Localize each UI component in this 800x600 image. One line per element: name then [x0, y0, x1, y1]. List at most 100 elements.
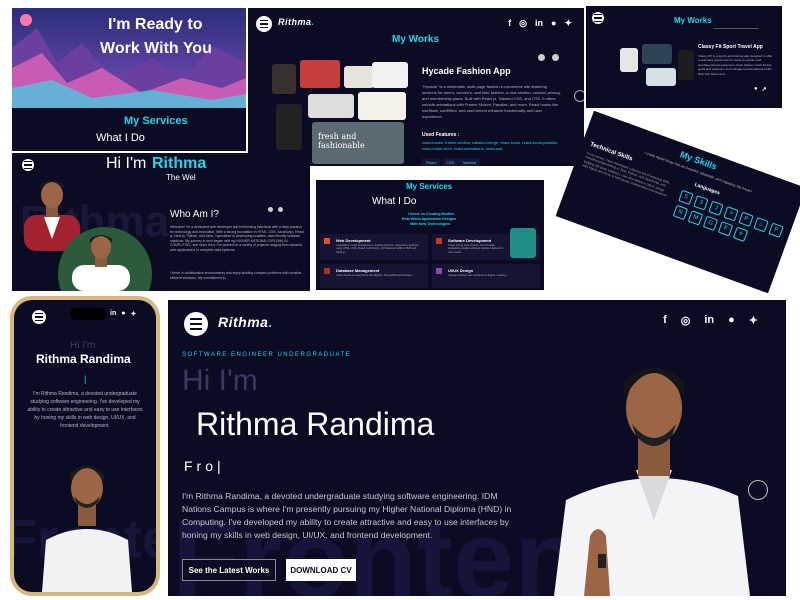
- phone-notch: [70, 308, 106, 320]
- role-label: SOFTWARE ENGINEER UNDERGRADUATE: [182, 352, 352, 358]
- github-icon[interactable]: ●: [121, 310, 125, 318]
- figma-icon: F: [717, 221, 734, 237]
- tag-react: React: [422, 158, 441, 166]
- twitter-icon[interactable]: ✦: [749, 314, 758, 327]
- project-thumbnail[interactable]: [678, 50, 694, 80]
- social-links: in ● ✦: [110, 310, 136, 318]
- menu-button[interactable]: [32, 310, 46, 324]
- linkedin-icon[interactable]: in: [110, 310, 116, 318]
- hero-greeting: Hi I'm: [182, 364, 258, 397]
- react-icon: ⚛: [723, 206, 739, 222]
- service-title: Software Development: [448, 238, 492, 243]
- hero-subtitle: The Wel: [166, 173, 196, 182]
- menu-button[interactable]: [184, 312, 208, 336]
- project-description: "Hycade" is a minimalist, multi-page fas…: [422, 84, 561, 119]
- project-thumbnail[interactable]: [276, 104, 302, 150]
- git-icon: G: [702, 215, 719, 232]
- linkedin-icon[interactable]: in: [535, 18, 543, 29]
- csharp-icon: #: [732, 226, 749, 243]
- services-tagline-1: I focus on Creating Modern: [408, 212, 455, 216]
- project-thumbnail[interactable]: [642, 44, 672, 64]
- tag-css: CSS: [442, 158, 459, 166]
- services-tagline-2: Real World Application Designs: [402, 217, 457, 221]
- brand-logo[interactable]: Rithma: [218, 314, 268, 330]
- hero-about: I'm Rithma Randima, a devoted undergradu…: [182, 491, 512, 540]
- menu-button[interactable]: [256, 16, 272, 32]
- services-subheading: What I Do: [372, 196, 417, 207]
- service-card-web[interactable]: Web Development I specialize in web deve…: [320, 234, 428, 260]
- profile-photo: [554, 368, 750, 596]
- project-thumbnail[interactable]: [620, 48, 638, 72]
- divider: [714, 28, 758, 29]
- project-thumbnail[interactable]: [372, 62, 408, 88]
- github-icon[interactable]: ●: [551, 18, 556, 29]
- scroll-circle[interactable]: [574, 90, 584, 102]
- service-card-uiux[interactable]: UI/UX Design I design intuitive user int…: [432, 264, 540, 288]
- panel-ready-to-work: I'm Ready to Work With You My Services W…: [12, 8, 246, 151]
- slider-dot[interactable]: [268, 207, 273, 212]
- see-latest-works-button[interactable]: See the Latest Works: [182, 559, 276, 581]
- external-link-icon[interactable]: ↗: [762, 86, 767, 93]
- mobile-phone-frame: Frontend in●✦ Hi I'm Rithma Randima | I'…: [10, 296, 160, 596]
- twitter-icon[interactable]: ✦: [130, 310, 136, 318]
- project-thumbnail[interactable]: [344, 66, 374, 88]
- coding-illustration: [510, 228, 536, 258]
- nodejs-icon: N: [672, 204, 689, 221]
- html-icon: 5: [678, 189, 694, 206]
- slider-dot[interactable]: [278, 207, 283, 212]
- project-thumbnail[interactable]: [358, 92, 406, 120]
- brand-logo[interactable]: Rithma: [278, 17, 312, 27]
- facebook-icon[interactable]: f: [663, 314, 667, 327]
- project-thumbnail[interactable]: [308, 94, 354, 118]
- project-thumbnail[interactable]: [272, 64, 296, 94]
- thumbnail-caption: fresh and fashionable: [318, 132, 365, 150]
- service-description: I specialize in web development, creatin…: [336, 244, 419, 254]
- service-title: Web Development: [336, 238, 371, 243]
- project-title: Classy Fit Sport Travel App: [698, 44, 763, 50]
- panel-my-skills: My Skills I create digital things that a…: [555, 110, 800, 294]
- project-description: Classy FIT is a sports and training app …: [698, 54, 773, 76]
- facebook-icon[interactable]: f: [508, 18, 511, 29]
- project-thumbnail[interactable]: [646, 68, 676, 86]
- service-card-database[interactable]: Database Management I have hands-on expe…: [320, 264, 428, 288]
- social-links: f ◎ in ● ✦: [663, 314, 758, 327]
- project-title: Hycade Fashion App: [422, 66, 511, 76]
- hero-name: Rithma: [152, 155, 207, 172]
- project-thumbnail[interactable]: fresh and fashionable: [312, 122, 404, 164]
- works-heading: My Works: [674, 16, 712, 25]
- works-heading: My Works: [392, 34, 440, 45]
- service-title: Database Management: [336, 268, 380, 273]
- java-icon: ♨: [753, 217, 769, 233]
- panel-main-hero: Frontend Rithma. f ◎ in ● ✦ SOFTWARE ENG…: [168, 300, 786, 596]
- languages-title: Languages: [693, 181, 721, 197]
- typing-text: Fro|: [184, 458, 225, 474]
- nav-arrow-left[interactable]: [538, 54, 545, 61]
- php-icon: P: [768, 222, 784, 238]
- javascript-icon: J: [708, 200, 724, 217]
- hero-name: Rithma Randima: [196, 406, 435, 442]
- panel-my-works-hycade: Rithma. f ◎ in ● ✦ My Works fresh and fashio…: [248, 8, 584, 166]
- menu-button[interactable]: [592, 12, 604, 24]
- social-links: f ◎ in ● ✦: [508, 18, 572, 29]
- css-icon: 3: [693, 195, 709, 211]
- project-thumbnail[interactable]: [300, 60, 340, 88]
- nav-arrow-right[interactable]: [552, 54, 559, 61]
- github-icon[interactable]: ●: [754, 86, 758, 93]
- hero-greeting: Hi I'm: [70, 340, 96, 351]
- github-icon[interactable]: ●: [728, 314, 735, 327]
- instagram-icon[interactable]: ◎: [519, 18, 527, 29]
- service-web-icon: [324, 238, 330, 244]
- twitter-icon[interactable]: ✦: [564, 18, 572, 29]
- services-title: My Services: [124, 115, 188, 127]
- service-description: I have hands-on experience with MySQL, M…: [336, 274, 414, 277]
- who-am-i-paragraph-1: Welcome! I'm a dedicated web developer a…: [170, 225, 304, 252]
- linkedin-icon[interactable]: in: [704, 314, 714, 327]
- profile-photo: [72, 235, 130, 291]
- service-card-software[interactable]: Software Development I have strong Java,…: [432, 228, 540, 260]
- instagram-icon[interactable]: ◎: [681, 314, 691, 327]
- used-features-label: Used Features :: [422, 132, 460, 138]
- service-description: I have strong Java, Python, and C# skill…: [448, 244, 504, 254]
- what-i-do-label: What I Do: [96, 132, 145, 144]
- menu-button[interactable]: [22, 159, 34, 171]
- download-cv-button[interactable]: DOWNLOAD CV: [286, 559, 356, 581]
